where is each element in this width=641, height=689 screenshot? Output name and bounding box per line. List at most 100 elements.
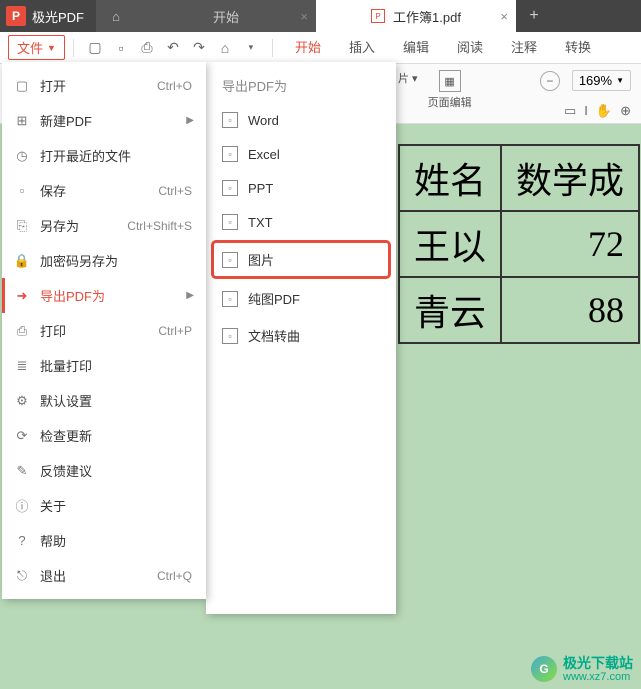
menu-item-label: 批量打印 [40, 356, 92, 375]
file-menu-item[interactable]: ▢打开Ctrl+O [2, 68, 206, 103]
about-icon: ⓘ [14, 498, 30, 514]
file-menu-item[interactable]: ?帮助 [2, 523, 206, 558]
close-icon[interactable]: × [300, 9, 308, 24]
table-cell: 88 [501, 277, 639, 343]
menu-item-label: 反馈建议 [40, 461, 92, 480]
pdf-icon: P [371, 9, 385, 23]
table-cell: 72 [501, 211, 639, 277]
file-menu-item[interactable]: ≣批量打印 [2, 348, 206, 383]
clock-icon: ◷ [14, 148, 30, 164]
ribbon-pic[interactable]: 片 ▾ [398, 70, 418, 86]
export-item[interactable]: ▫ Excel [206, 137, 396, 171]
file-menu-item[interactable]: ⎘ 另存为 Ctrl+Shift+S [2, 208, 206, 243]
ribbon-page-edit[interactable]: ▦ 页面编辑 [428, 70, 472, 110]
exit-icon: ⎋ [14, 568, 30, 584]
plus-icon: ⊞ [14, 113, 30, 129]
file-menu-item[interactable]: ⎙打印Ctrl+P [2, 313, 206, 348]
home-toolbar-icon[interactable]: ⌂ [216, 39, 234, 57]
plus-icon: + [529, 7, 538, 25]
tab-start[interactable]: 开始 × [136, 0, 316, 32]
file-button[interactable]: 文件 ▼ [8, 35, 65, 60]
save-icon: ▫ [14, 183, 30, 199]
file-menu-item[interactable]: ⊞新建PDF▶ [2, 103, 206, 138]
menu-item-label: 加密码另存为 [40, 251, 118, 270]
tool-icon[interactable]: ✋ [596, 103, 612, 119]
export-item[interactable]: ▫纯图PDF [206, 280, 396, 317]
file-menu-item[interactable]: ⚙默认设置 [2, 383, 206, 418]
menu-tab-annotate[interactable]: 注释 [509, 31, 539, 64]
submenu-header: 导出PDF为 [206, 68, 396, 103]
file-menu-item[interactable]: ➜导出PDF为▶ [2, 278, 206, 313]
filetype-icon: ▫ [222, 146, 238, 162]
separator [73, 39, 74, 57]
export-item-label: PPT [248, 181, 273, 196]
tool-icon[interactable]: ⊕ [620, 103, 631, 119]
export-item[interactable]: ▫图片 [212, 241, 390, 278]
menu-item-label: 另存为 [40, 216, 79, 235]
save-icon[interactable]: ▫ [112, 39, 130, 57]
export-item-label: Excel [248, 147, 280, 162]
file-menu: ▢打开Ctrl+O⊞新建PDF▶◷打开最近的文件▫保存Ctrl+S⎘另存为Ctr… [2, 62, 206, 599]
menu-item-label: 打开 [40, 76, 66, 95]
ribbon-label: 页面编辑 [428, 94, 472, 110]
menu-tab-edit[interactable]: 编辑 [401, 31, 431, 64]
file-menu-item[interactable]: ◷ 打开最近的文件 [2, 138, 206, 173]
file-menu-item[interactable]: ⎋退出Ctrl+Q [2, 558, 206, 593]
feedback-icon: ✎ [14, 463, 30, 479]
open-icon[interactable]: ▢ [86, 39, 104, 57]
menu-item-label: 保存 [40, 181, 66, 200]
tab-add[interactable]: + [516, 0, 552, 32]
export-item[interactable]: ▫ 文档转曲 [206, 317, 396, 354]
zoom-value[interactable]: 169% ▼ [572, 70, 631, 91]
tab-home[interactable]: ⌂ [96, 0, 136, 32]
separator [272, 39, 273, 57]
menu-item-label: 检查更新 [40, 426, 92, 445]
tab-document[interactable]: P 工作簿1.pdf × [316, 0, 516, 32]
file-menu-item[interactable]: ▫ 保存 Ctrl+S [2, 173, 206, 208]
table-row: 王以 72 [399, 211, 639, 277]
title-bar: P 极光PDF ⌂ 开始 × P 工作簿1.pdf × + [0, 0, 641, 32]
lock-icon: 🔒 [14, 253, 30, 269]
close-icon[interactable]: × [500, 9, 508, 24]
tool-icon[interactable]: ▭ [564, 103, 576, 119]
grid-icon: ▦ [439, 70, 461, 92]
watermark-logo-icon: G [531, 656, 557, 682]
shortcut: Ctrl+Shift+S [127, 219, 192, 233]
filetype-icon: ▫ [222, 291, 238, 307]
filetype-icon: ▫ [222, 328, 238, 344]
toolbar: 文件 ▼ ▢ ▫ ⎙ ↶ ↷ ⌂ ▾ 开始 插入 编辑 阅读 注释 转换 [0, 32, 641, 64]
menu-tab-read[interactable]: 阅读 [455, 31, 485, 64]
redo-icon[interactable]: ↷ [190, 39, 208, 57]
table-row: 青云 88 [399, 277, 639, 343]
file-menu-item[interactable]: 🔒 加密码另存为 [2, 243, 206, 278]
export-item[interactable]: ▫PPT [206, 171, 396, 205]
menu-tab-insert[interactable]: 插入 [347, 31, 377, 64]
watermark: G 极光下载站 www.xz7.com [531, 656, 633, 683]
file-menu-item[interactable]: ⓘ关于 [2, 488, 206, 523]
file-menu-item[interactable]: ⟳检查更新 [2, 418, 206, 453]
menu-item-label: 默认设置 [40, 391, 92, 410]
export-item[interactable]: ▫Word [206, 103, 396, 137]
menu-item-label: 打开最近的文件 [40, 146, 131, 165]
tool-icon[interactable]: I [584, 103, 588, 119]
tab-label: 开始 [213, 7, 239, 26]
export-item-label: TXT [248, 215, 273, 230]
export-item[interactable]: ▫TXT [206, 205, 396, 239]
shortcut: Ctrl+O [157, 79, 192, 93]
undo-icon[interactable]: ↶ [164, 39, 182, 57]
zoom-out-icon[interactable]: − [540, 71, 560, 91]
export-item-label: 文档转曲 [248, 326, 300, 345]
zoom-controls: − 169% ▼ [540, 70, 631, 91]
saveas-icon: ⎘ [14, 218, 30, 234]
file-menu-item[interactable]: ✎ 反馈建议 [2, 453, 206, 488]
chevron-down-icon: ▼ [47, 43, 56, 53]
app-logo-icon: P [6, 6, 26, 26]
menu-tab-start[interactable]: 开始 [293, 31, 323, 64]
print-icon[interactable]: ⎙ [138, 39, 156, 57]
watermark-name: 极光下载站 [563, 656, 633, 671]
menu-tab-convert[interactable]: 转换 [563, 31, 593, 64]
more-icon[interactable]: ▾ [242, 39, 260, 57]
ribbon-group: 片 ▾ ▦ 页面编辑 [398, 70, 472, 110]
chevron-right-icon: ▶ [186, 115, 194, 126]
shortcut: Ctrl+S [158, 184, 192, 198]
